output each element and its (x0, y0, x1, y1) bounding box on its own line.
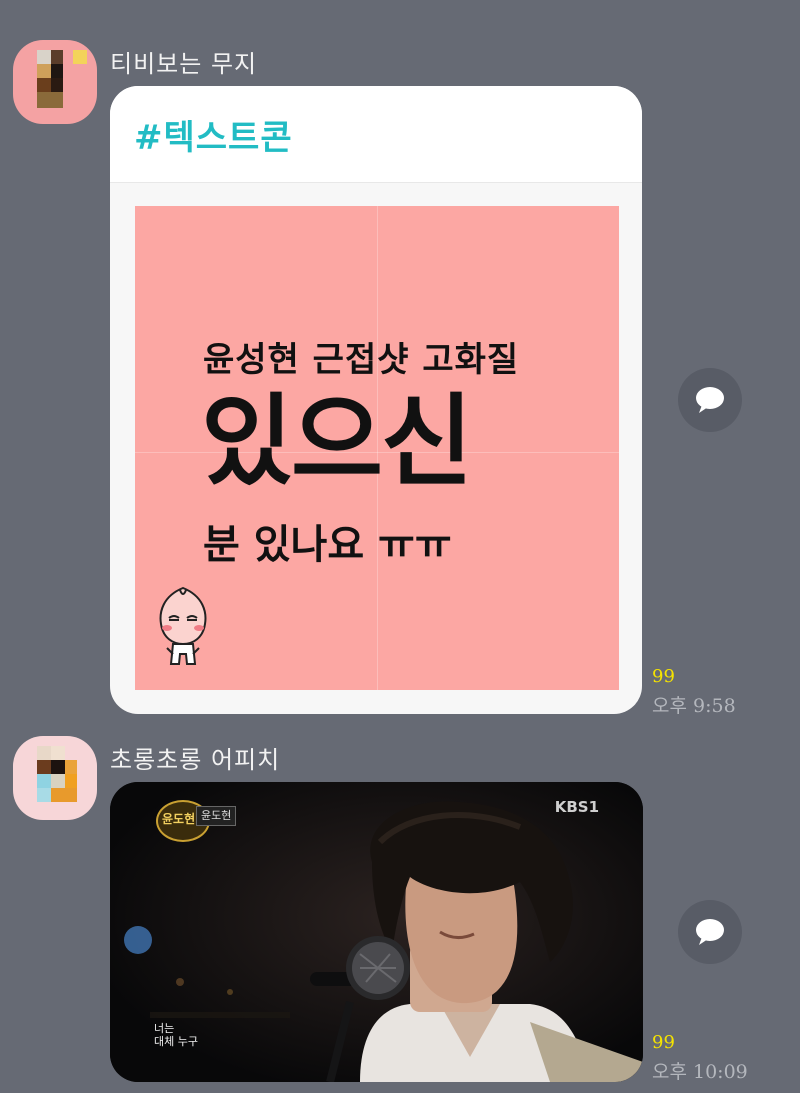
card-tag: #텍스트콘 (134, 118, 293, 158)
card-header: #텍스트콘 (110, 86, 642, 183)
sender-name: 초롱초롱 어피치 (110, 746, 281, 774)
speech-bubble-icon (696, 919, 724, 945)
avatar-pixel (37, 760, 51, 774)
avatar-pixel (37, 50, 51, 64)
avatar-pixel (37, 774, 51, 788)
speech-bubble-icon (696, 387, 724, 413)
channel-logo: KBS1 (554, 798, 599, 816)
avatar-pixel (65, 774, 77, 788)
sticker-text-line2: 있으신 (201, 383, 473, 500)
share-button[interactable] (678, 368, 742, 432)
textcon-card[interactable]: #텍스트콘 윤성현 근접샷 고화질 있으신 분 있나요 ㅠㅠ (110, 86, 642, 714)
sticker-text-line1: 윤성현 근접샷 고화질 (203, 340, 520, 380)
avatar-pixel (73, 50, 87, 64)
caption-line: 너는 (154, 1022, 175, 1035)
avatar-pixel (37, 746, 51, 760)
sender-name: 티비보는 무지 (110, 50, 258, 78)
avatar-pixel (51, 788, 77, 802)
apeach-character-icon (159, 586, 207, 665)
sender-avatar[interactable] (13, 40, 97, 124)
sticker-text-line3: 분 있나요 ㅠㅠ (203, 522, 452, 568)
avatar-pixel (51, 64, 63, 78)
message-time: 오후 10:09 (652, 1061, 748, 1083)
video-thumbnail[interactable]: 윤도현 윤도현 KBS1 너는 대체 누구 (110, 782, 643, 1082)
avatar-pixel (51, 760, 65, 774)
avatar-pixel (37, 78, 51, 92)
avatar-pixel (37, 64, 51, 78)
avatar-pixel (37, 788, 51, 802)
avatar-pixel (37, 92, 63, 108)
avatar-pixel (51, 774, 65, 788)
avatar-pixel (51, 78, 63, 92)
avatar-pixel (51, 746, 65, 760)
message-time: 오후 9:58 (652, 695, 736, 717)
avatar-pixel (51, 50, 63, 64)
show-subtitle-tag: 윤도현 (196, 806, 237, 826)
textcon-sticker[interactable]: 윤성현 근접샷 고화질 있으신 분 있나요 ㅠㅠ (135, 206, 619, 690)
caption-line: 대체 누구 (154, 1035, 198, 1048)
reaction-count: 99 (652, 666, 675, 687)
reaction-count: 99 (652, 1032, 675, 1053)
show-logo-text: 윤도현 (162, 812, 196, 826)
video-caption: 너는 대체 누구 (154, 1022, 198, 1048)
avatar-pixel (65, 760, 77, 774)
share-button[interactable] (678, 900, 742, 964)
sender-avatar[interactable] (13, 736, 97, 820)
